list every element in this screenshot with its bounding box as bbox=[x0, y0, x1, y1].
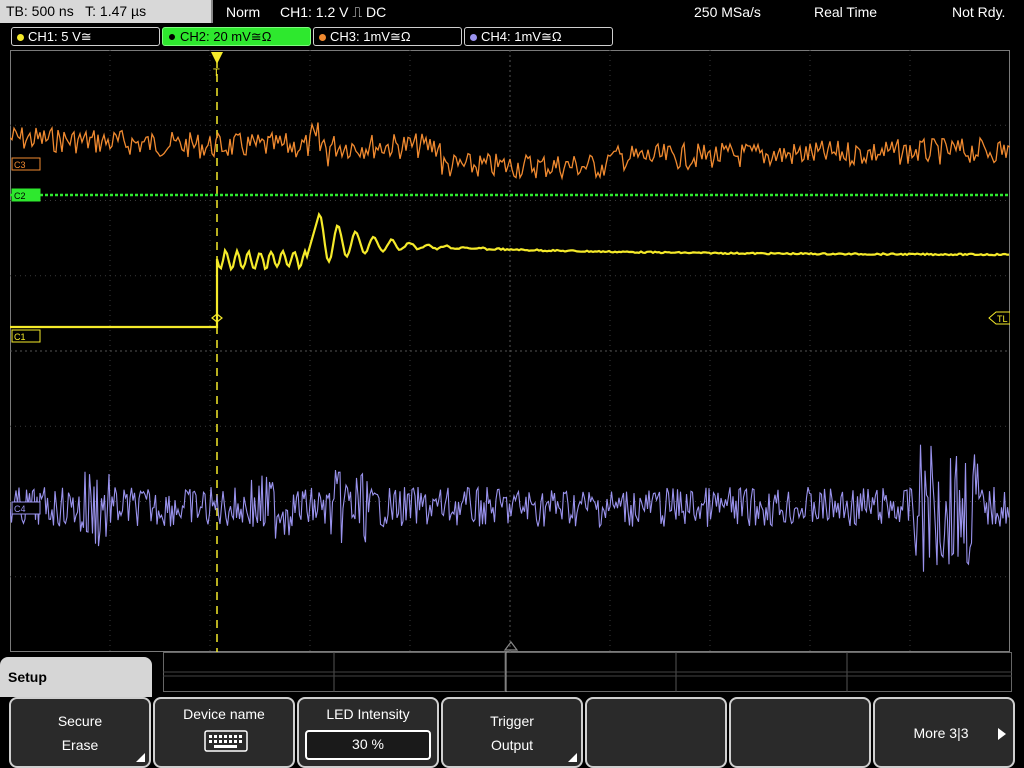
trigger-mode[interactable]: Norm bbox=[226, 0, 260, 24]
led-intensity-button[interactable]: LED Intensity 30 % bbox=[297, 697, 439, 768]
led-intensity-value: 30 % bbox=[305, 730, 431, 760]
channel-label: CH4: 1mV≅Ω bbox=[481, 29, 562, 44]
ch3-offset-marker[interactable]: C3 bbox=[11, 157, 41, 171]
ch4-waveform bbox=[10, 444, 1010, 572]
submenu-corner-icon bbox=[136, 753, 145, 762]
more-button[interactable]: More 3|3 bbox=[873, 697, 1015, 768]
channel-tab-ch3[interactable]: CH3: 1mV≅Ω bbox=[313, 27, 462, 46]
keyboard-icon bbox=[204, 730, 248, 752]
softkey-line1: Secure bbox=[57, 713, 103, 729]
ch2-marker-label: C2 bbox=[14, 191, 26, 201]
empty-softkey-6[interactable] bbox=[729, 697, 871, 768]
channel-tab-ch2[interactable]: CH2: 20 mV≅Ω bbox=[162, 27, 311, 46]
ch2-offset-marker[interactable]: C2 bbox=[11, 188, 41, 202]
softkey-line1: LED Intensity bbox=[326, 706, 410, 722]
ch1-offset-marker[interactable]: C1 bbox=[11, 329, 41, 343]
channel-tab-ch1[interactable]: CH1: 5 V≅ bbox=[11, 27, 160, 46]
empty-softkey-5[interactable] bbox=[585, 697, 727, 768]
trigger-position-bottom-line bbox=[505, 652, 507, 692]
trigger-output-button[interactable]: Trigger Output bbox=[441, 697, 583, 768]
info-strip bbox=[163, 652, 1012, 692]
info-strip-grid bbox=[163, 652, 1012, 692]
channel-label: CH2: 20 mV≅Ω bbox=[180, 29, 272, 44]
softkey-line1: More 3|3 bbox=[913, 725, 969, 741]
softkey-line1: Device name bbox=[183, 706, 265, 722]
ch3-dot-icon bbox=[319, 34, 326, 41]
timebase-box[interactable]: TB: 500 ns T: 1.47 µs bbox=[0, 0, 213, 23]
ch4-dot-icon bbox=[470, 34, 477, 41]
status-bar: TB: 500 ns T: 1.47 µs Norm CH1: 1.2 V ⎍ … bbox=[0, 0, 1024, 24]
graticule-center-axes bbox=[10, 50, 1010, 652]
trigger-position-bottom-icon bbox=[503, 641, 519, 651]
next-page-arrow-icon bbox=[998, 728, 1006, 740]
sample-rate: 250 MSa/s bbox=[694, 4, 761, 20]
trigger-position-icon[interactable] bbox=[211, 52, 223, 64]
trigger-source[interactable]: CH1: 1.2 V ⎍ DC bbox=[280, 0, 386, 24]
submenu-corner-icon bbox=[568, 753, 577, 762]
secure-erase-button[interactable]: Secure Erase bbox=[9, 697, 151, 768]
channel-tab-ch4[interactable]: CH4: 1mV≅Ω bbox=[464, 27, 613, 46]
acquisition-mode: Real Time bbox=[814, 4, 878, 20]
ch1-marker-label: C1 bbox=[14, 332, 26, 342]
acquisition-status: Not Rdy. bbox=[952, 4, 1006, 20]
trigger-position-label: T bbox=[213, 67, 220, 79]
softkey-line2: Erase bbox=[61, 737, 99, 753]
softkey-line2: Output bbox=[490, 737, 534, 753]
trigger-time-value: T: 1.47 µs bbox=[85, 3, 147, 19]
ch4-marker-label: C4 bbox=[14, 504, 26, 514]
menu-title-setup[interactable]: Setup bbox=[0, 657, 152, 697]
device-name-button[interactable]: Device name bbox=[153, 697, 295, 768]
trigger-level-label: TL bbox=[997, 314, 1008, 324]
softkey-line1: Trigger bbox=[490, 713, 534, 729]
ch2-dot-icon bbox=[168, 33, 176, 41]
waveform-display[interactable]: T C3 C2 C1 C4 TL bbox=[10, 50, 1010, 652]
channel-label: CH3: 1mV≅Ω bbox=[330, 29, 411, 44]
ch1-dot-icon bbox=[17, 34, 24, 41]
channel-label: CH1: 5 V≅ bbox=[28, 29, 92, 44]
ch4-offset-marker[interactable]: C4 bbox=[11, 501, 41, 515]
waveform-svg: T C3 C2 C1 C4 TL bbox=[10, 50, 1010, 652]
trigger-level-marker[interactable]: TL bbox=[988, 311, 1010, 325]
ch3-marker-label: C3 bbox=[14, 160, 26, 170]
timebase-value: TB: 500 ns bbox=[6, 3, 74, 19]
